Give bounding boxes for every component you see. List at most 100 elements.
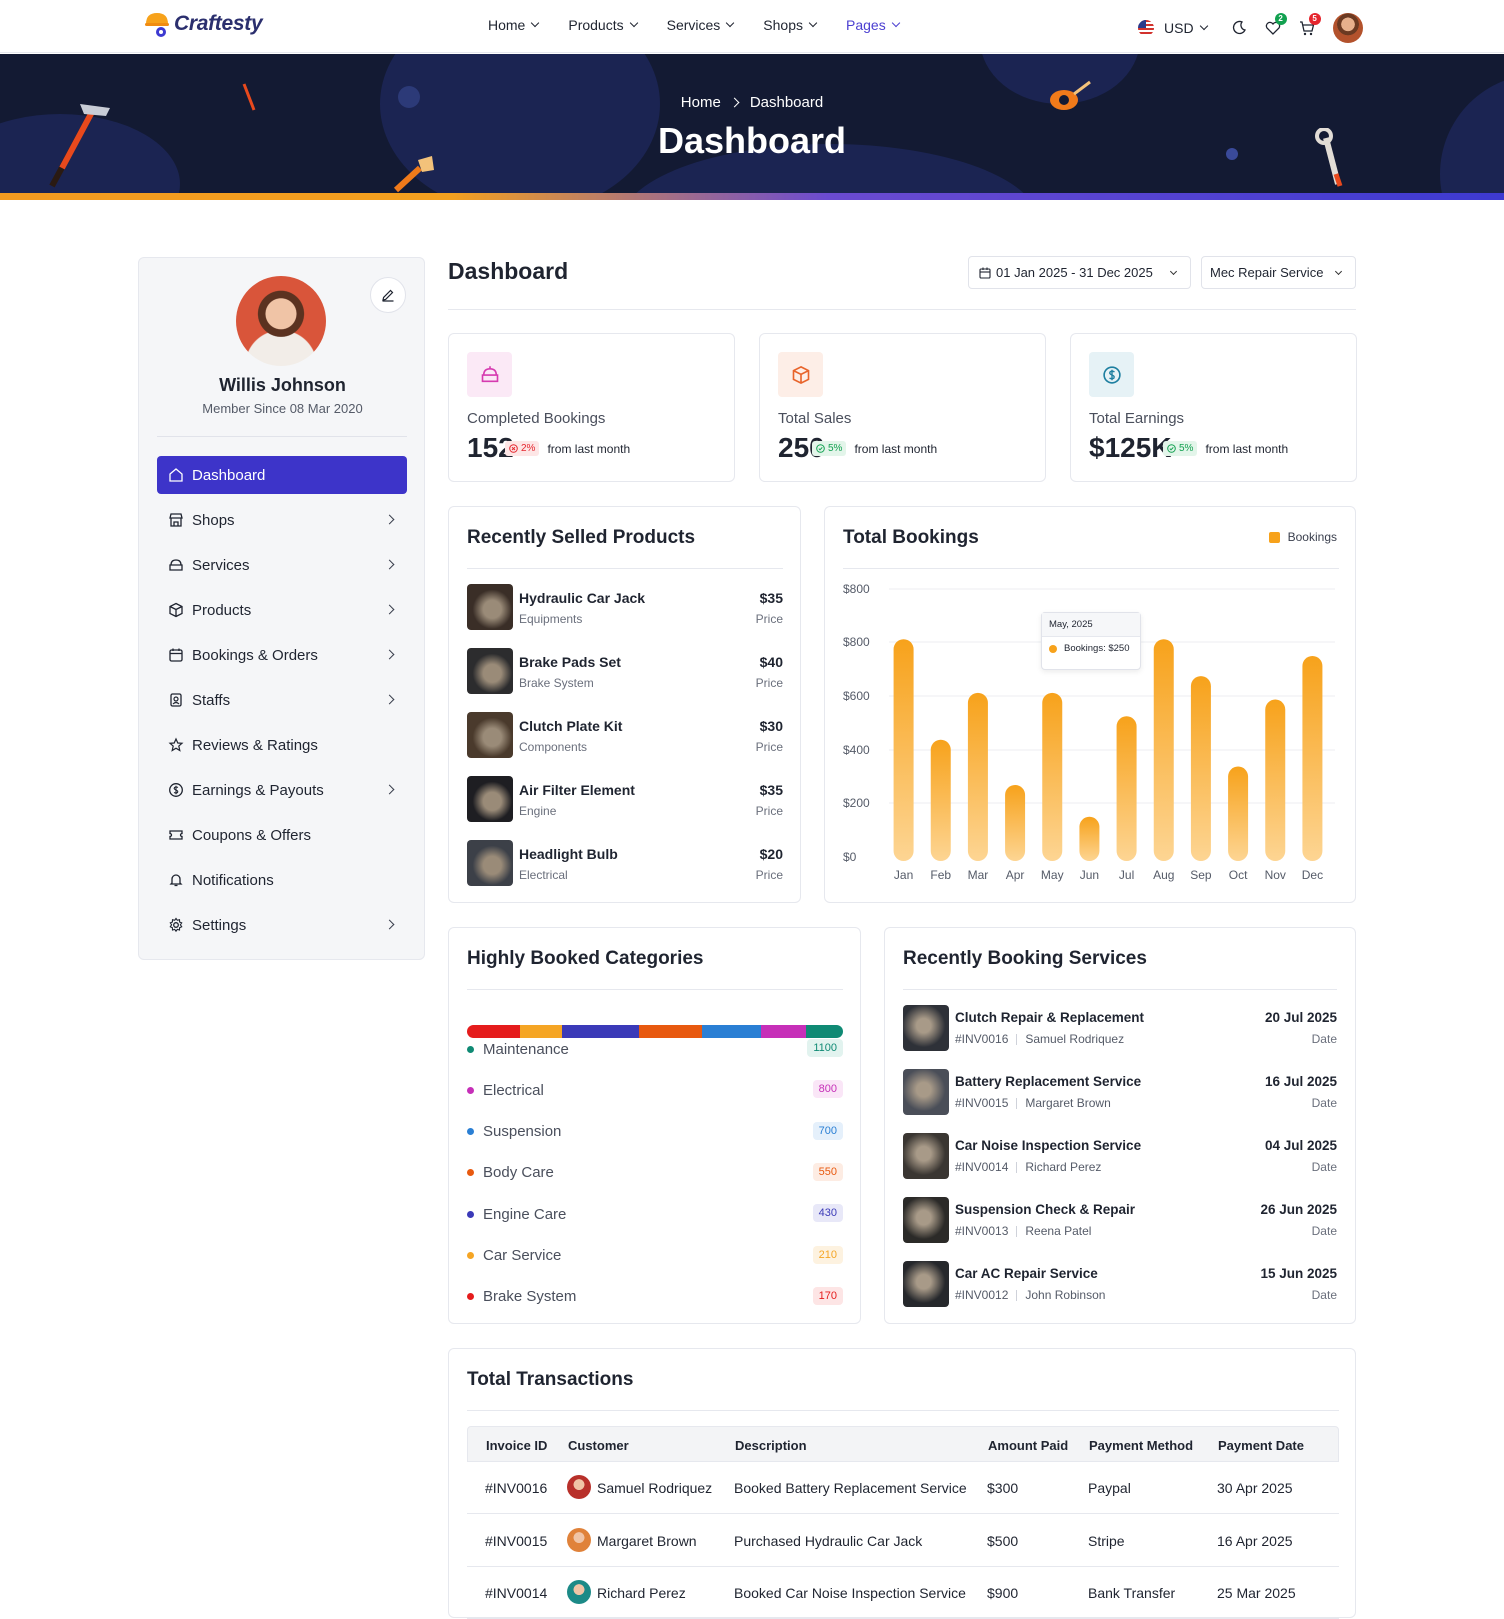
service-thumbnail — [903, 1197, 949, 1243]
category-name: Body Care — [483, 1164, 554, 1182]
breadcrumb-home[interactable]: Home — [681, 94, 721, 111]
customer-name: John Robinson — [1025, 1288, 1106, 1302]
bar-aug[interactable] — [1153, 639, 1174, 861]
bar-dec[interactable] — [1302, 656, 1323, 861]
bar-feb[interactable] — [930, 739, 951, 861]
list-item[interactable]: Car AC Repair Service #INV0012 John Robins… — [903, 1261, 1337, 1307]
chart-tooltip: May, 2025 Bookings: $250 — [1041, 612, 1141, 670]
brand-logo[interactable]: Craftesty — [144, 10, 263, 38]
category-dot — [467, 1169, 474, 1177]
wishlist-button[interactable]: 2 — [1259, 13, 1287, 42]
menu-products[interactable]: Products — [568, 17, 638, 33]
list-item[interactable]: Brake Pads Set Brake System $40 Price — [467, 648, 783, 694]
currency-selector[interactable]: USD — [1164, 20, 1208, 36]
menu-pages[interactable]: Pages — [846, 17, 900, 33]
breadcrumb-current: Dashboard — [749, 94, 824, 111]
table-row[interactable]: #INV0016 Samuel Rodriquez Booked Battery R… — [467, 1462, 1339, 1514]
booking-date: 04 Jul 2025 — [1264, 1138, 1337, 1153]
list-item[interactable]: Battery Replacement Service #INV0015 Marga… — [903, 1069, 1337, 1115]
y-tick-label: $800 — [843, 635, 870, 649]
menu-services-label: Services — [666, 17, 721, 33]
product-thumbnail — [467, 776, 513, 822]
bar-jan[interactable] — [893, 639, 914, 861]
list-item[interactable]: Clutch Repair & Replacement #INV0016 Samue… — [903, 1005, 1337, 1051]
sidebar-item-label: Staffs — [192, 691, 231, 709]
date-range-picker[interactable]: 01 Jan 2025 - 31 Dec 2025 — [968, 256, 1191, 289]
service-name: Car AC Repair Service — [955, 1266, 1098, 1281]
cart-button[interactable]: 5 — [1293, 13, 1321, 42]
price-label: Price — [755, 676, 783, 690]
edit-profile-button[interactable] — [370, 277, 406, 313]
menu-services[interactable]: Services — [666, 17, 735, 33]
bar-apr[interactable] — [1005, 784, 1026, 861]
cell-method: Bank Transfer — [1088, 1585, 1176, 1601]
cell-date: 16 Apr 2025 — [1217, 1532, 1293, 1549]
sidebar-item-staffs[interactable]: Staffs — [157, 681, 407, 719]
y-tick-label: $400 — [843, 743, 870, 757]
cell-customer: Richard Perez — [597, 1585, 686, 1601]
chevron-right-icon — [384, 559, 395, 570]
chevron-down-icon — [891, 18, 900, 28]
sidebar-item-services[interactable]: Services — [157, 546, 407, 584]
service-filter-select[interactable]: Mec Repair Service — [1201, 256, 1356, 289]
stat-change-value: 5% — [1179, 443, 1194, 454]
home-icon — [169, 468, 183, 482]
category-name: Maintenance — [483, 1040, 569, 1058]
sidebar-item-earnings-payouts[interactable]: Earnings & Payouts — [157, 771, 407, 809]
recent-services-title: Recently Booking Services — [903, 948, 1147, 969]
list-item[interactable]: Headlight Bulb Electrical $20 Price — [467, 840, 783, 886]
service-name: Clutch Repair & Replacement — [955, 1010, 1145, 1025]
sidebar-item-bookings-orders[interactable]: Bookings & Orders — [157, 636, 407, 674]
sidebar-item-reviews-ratings[interactable]: Reviews & Ratings — [157, 726, 407, 764]
divider — [1016, 1033, 1018, 1045]
chevron-down-icon — [726, 18, 735, 28]
sidebar-item-coupons-offers[interactable]: Coupons & Offers — [157, 816, 407, 854]
shop-icon — [169, 513, 183, 527]
bar-sep[interactable] — [1190, 676, 1211, 861]
list-item[interactable]: Clutch Plate Kit Components $30 Price — [467, 712, 783, 758]
service-thumbnail — [903, 1005, 949, 1051]
bar-jun[interactable] — [1079, 816, 1100, 861]
cell-customer: Samuel Rodriquez — [597, 1480, 713, 1496]
customer-avatar — [567, 1527, 591, 1552]
sidebar-item-products[interactable]: Products — [157, 591, 407, 629]
price-label: Price — [755, 740, 783, 754]
dashboard-heading: Dashboard — [448, 258, 569, 284]
list-item[interactable]: Air Filter Element Engine $35 Price — [467, 776, 783, 822]
table-row[interactable]: #INV0014 Richard Perez Booked Car Noise In… — [467, 1567, 1339, 1619]
bar-nov[interactable] — [1265, 699, 1286, 861]
category-item: Body Care 550 — [467, 1161, 843, 1185]
list-item[interactable]: Car Noise Inspection Service #INV0014 Rich… — [903, 1133, 1337, 1179]
bar-may[interactable] — [1042, 692, 1063, 861]
list-item[interactable]: Hydraulic Car Jack Equipments $35 Price — [467, 584, 783, 630]
tooltip-dot — [1049, 644, 1057, 653]
sidebar-item-notifications[interactable]: Notifications — [157, 861, 407, 899]
list-item[interactable]: Suspension Check & Repair #INV0013 Reena P… — [903, 1197, 1337, 1243]
sidebar-item-shops[interactable]: Shops — [157, 501, 407, 539]
menu-shops[interactable]: Shops — [763, 17, 818, 33]
bar-jul[interactable] — [1116, 716, 1137, 861]
chevron-right-icon — [384, 604, 395, 615]
stat-label: Total Sales — [778, 410, 852, 427]
th-customer: Customer — [568, 1438, 629, 1453]
staff-icon — [170, 693, 182, 707]
th-method: Payment Method — [1089, 1438, 1194, 1453]
divider — [1016, 1161, 1018, 1173]
service-thumbnail — [903, 1133, 949, 1179]
dark-mode-toggle[interactable] — [1225, 14, 1253, 42]
sidebar-item-settings[interactable]: Settings — [157, 906, 407, 944]
product-name: Brake Pads Set — [519, 654, 621, 670]
sidebar-item-dashboard[interactable]: Dashboard — [157, 456, 407, 494]
user-avatar[interactable] — [1332, 13, 1363, 43]
bar-oct[interactable] — [1228, 766, 1249, 861]
menu-home[interactable]: Home — [488, 17, 540, 33]
x-tick-label: Sep — [1190, 868, 1212, 882]
member-since: Member Since 08 Mar 2020 — [202, 401, 363, 416]
service-thumbnail — [903, 1069, 949, 1115]
bar-mar[interactable] — [967, 692, 988, 861]
category-dot — [467, 1128, 474, 1136]
chevron-right-icon — [384, 694, 395, 705]
category-item: Car Service 210 — [467, 1244, 843, 1268]
table-row[interactable]: #INV0015 Margaret Brown Purchased Hydrauli… — [467, 1515, 1339, 1567]
booking-date: 16 Jul 2025 — [1264, 1074, 1337, 1089]
